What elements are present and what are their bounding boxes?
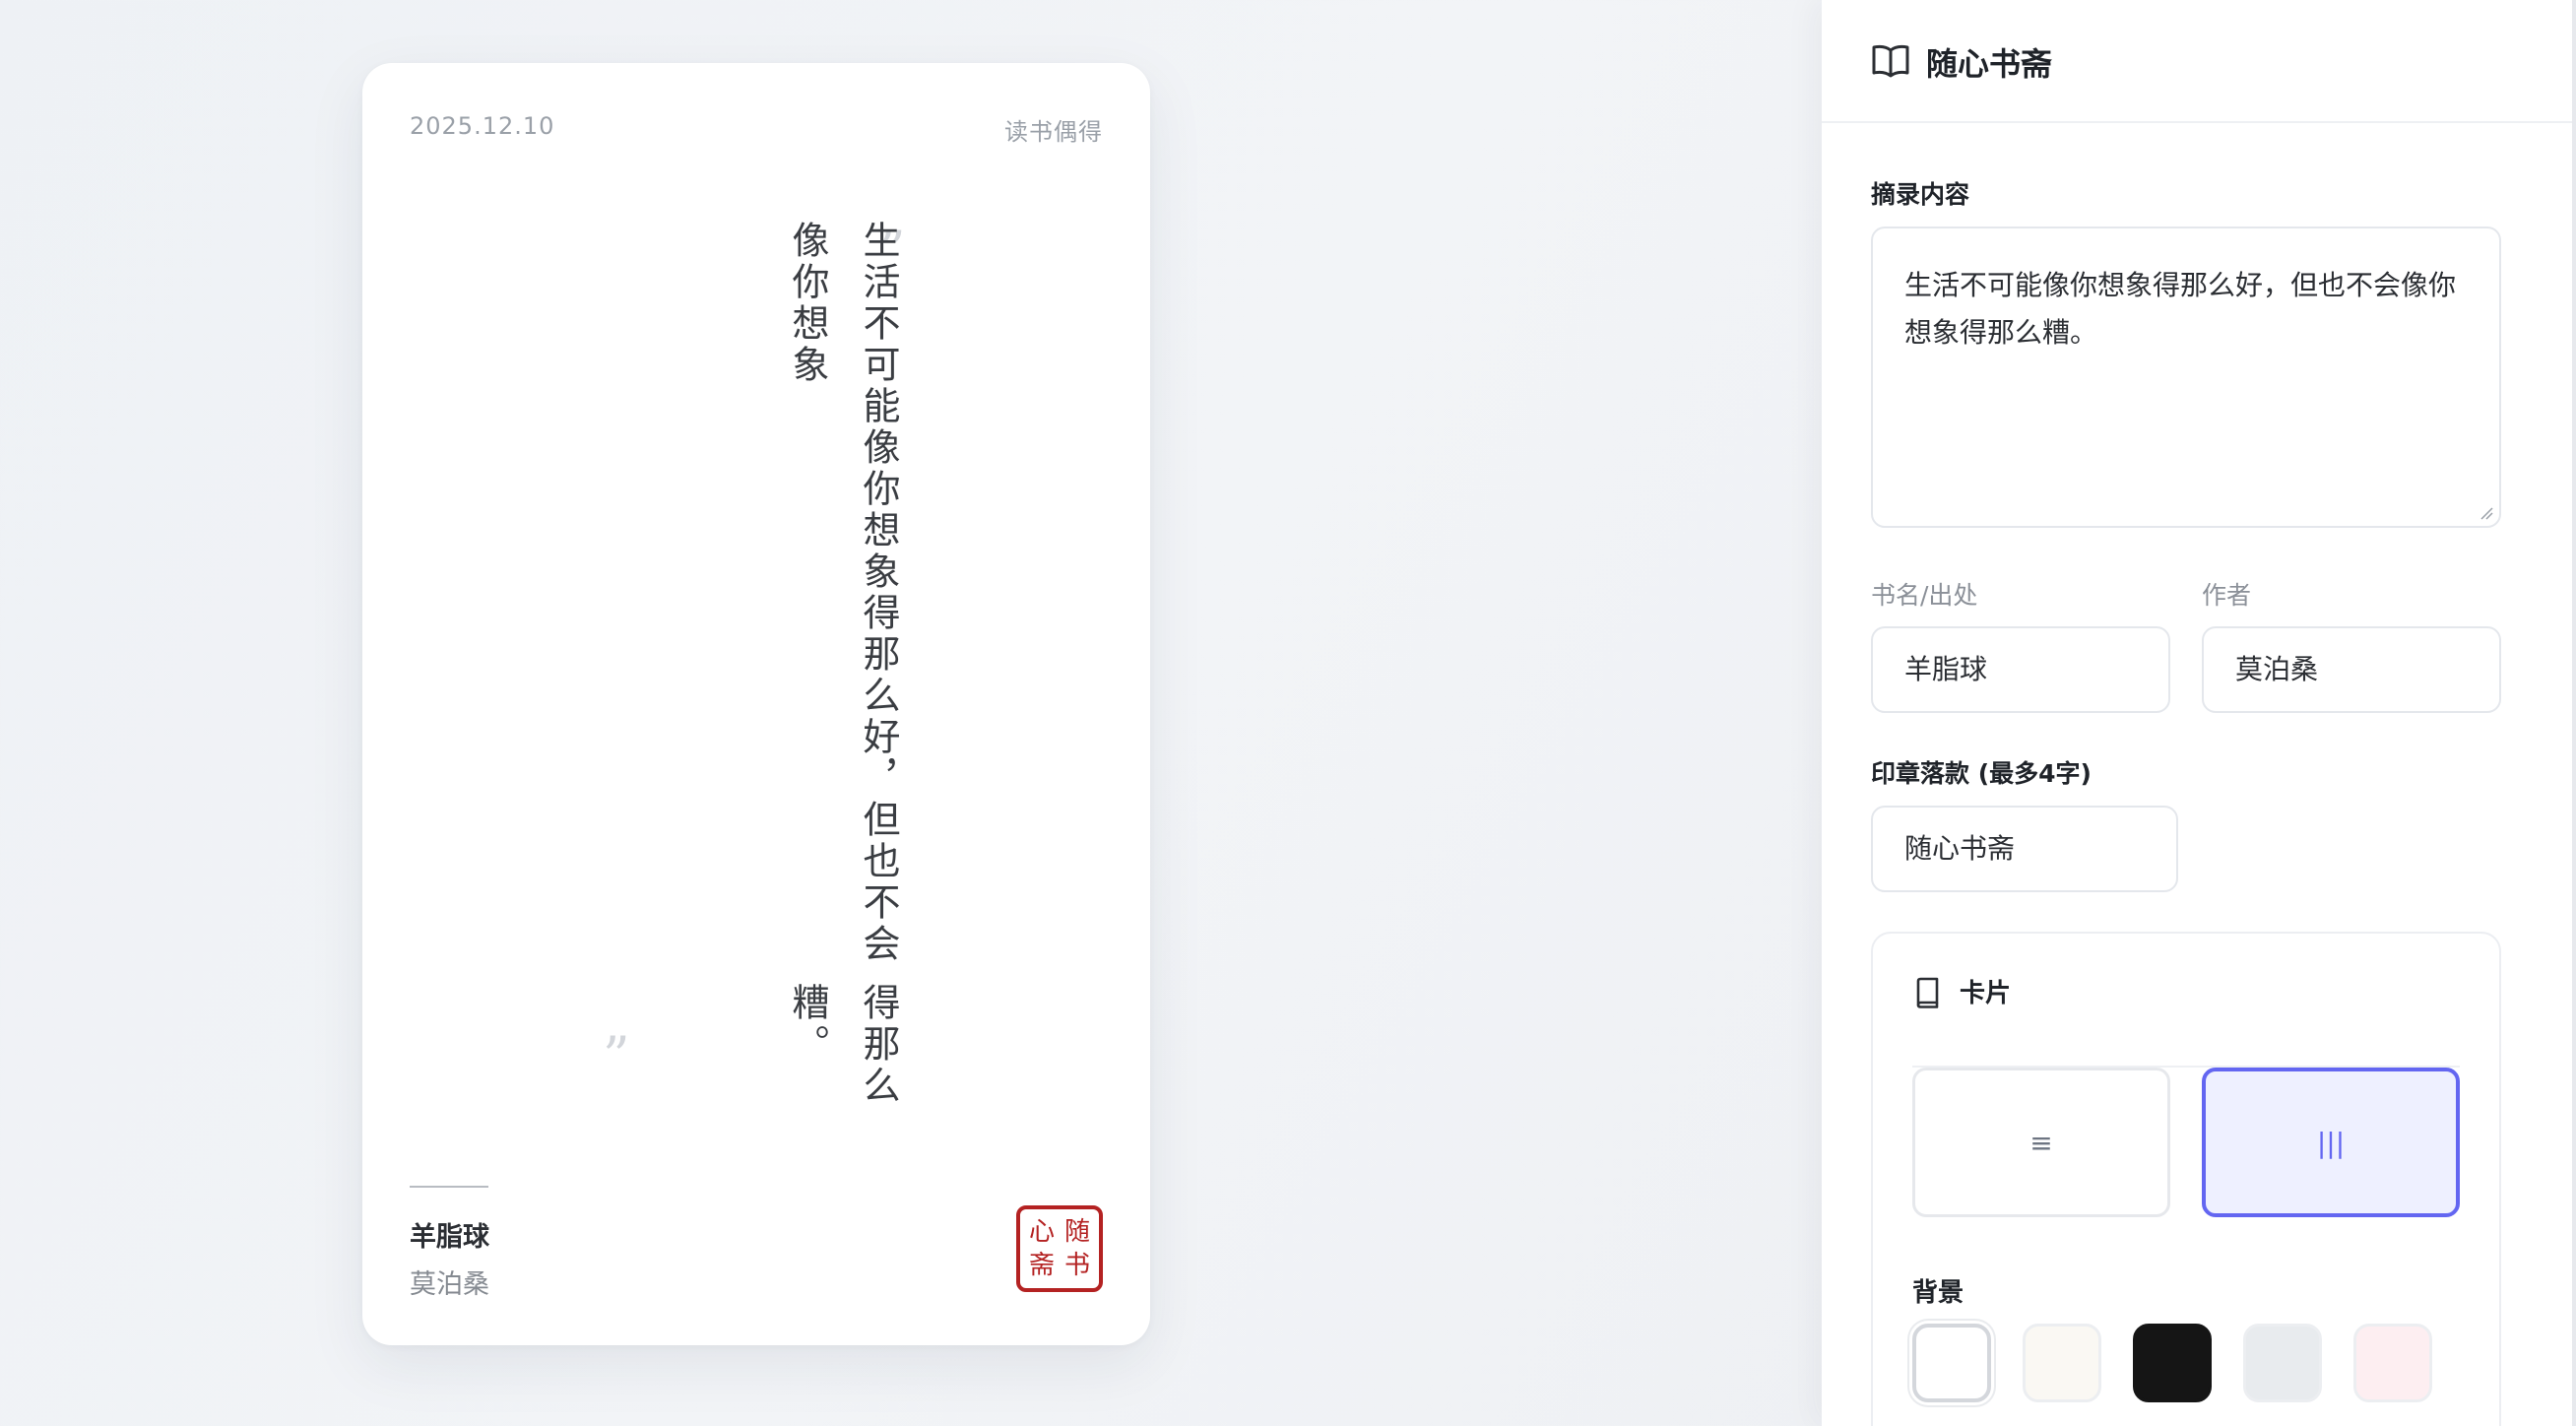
card-book-title: 羊脂球 — [410, 1222, 489, 1253]
card-quote-text: 生活不可能像你想象得那么好，但也不会像你想象 得那么糟。 — [658, 221, 914, 1156]
quote-card: 2025.12.10 读书偶得 ” 生活不可能像你想象得那么好，但也不会像你想象… — [362, 63, 1150, 1345]
card-style-section: 卡片 ≡ ||| 背景 — [1871, 932, 2501, 1426]
seal-char: 书 — [1064, 1251, 1091, 1280]
seal-char: 心 — [1029, 1217, 1056, 1247]
book-input[interactable]: 羊脂球 — [1871, 626, 2170, 713]
resize-grip-icon[interactable] — [2479, 506, 2493, 520]
author-label: 作者 — [2202, 581, 2252, 610]
app-title: 随心书斋 — [1926, 45, 2053, 83]
card-tag: 读书偶得 — [1004, 118, 1103, 146]
card-date: 2025.12.10 — [410, 112, 555, 140]
close-quote-mark: ” — [603, 1025, 630, 1087]
excerpt-text: 生活不可能像你想象得那么好，但也不会像你想象得那么糟。 — [1904, 269, 2457, 349]
editor-panel: 随心书斋 摘录内容 生活不可能像你想象得那么好，但也不会像你想象得那么糟。 书名… — [1822, 0, 2576, 1426]
background-swatch-white[interactable] — [1912, 1324, 1991, 1402]
background-swatch-gray[interactable] — [2243, 1324, 2322, 1402]
vertical-lines-icon: ||| — [2316, 1126, 2346, 1159]
card-author: 莫泊桑 — [410, 1269, 489, 1300]
seal-label: 印章落款 (最多4字) — [1871, 759, 2092, 788]
card-divider — [410, 1186, 488, 1188]
background-swatch-cream[interactable] — [2023, 1324, 2101, 1402]
seal-char: 随 — [1064, 1217, 1091, 1247]
author-input[interactable]: 莫泊桑 — [2202, 626, 2501, 713]
open-book-icon — [1872, 44, 1909, 78]
card-section-header: 卡片 — [1912, 973, 2460, 1068]
book-icon — [1916, 977, 1939, 1008]
background-label: 背景 — [1912, 1278, 1964, 1308]
panel-scroll-edge — [2572, 0, 2576, 1426]
horizontal-lines-icon: ≡ — [2029, 1126, 2053, 1159]
background-swatch-pink[interactable] — [2353, 1324, 2432, 1402]
preview-stage: 2025.12.10 读书偶得 ” 生活不可能像你想象得那么好，但也不会像你想象… — [0, 0, 1822, 1426]
excerpt-label: 摘录内容 — [1871, 180, 1970, 209]
seal-input[interactable]: 随心书斋 — [1871, 806, 2178, 892]
quote-line: 生活不可能像你想象得那么好，但也不会像你想象 — [786, 221, 900, 965]
horizontal-layout-button[interactable]: ≡ — [1912, 1068, 2170, 1217]
background-swatch-black[interactable] — [2133, 1324, 2212, 1402]
excerpt-textarea[interactable]: 生活不可能像你想象得那么好，但也不会像你想象得那么糟。 — [1871, 227, 2501, 528]
quote-line: 得那么糟。 — [786, 983, 900, 1108]
book-label: 书名/出处 — [1871, 581, 1978, 610]
vertical-layout-button[interactable]: ||| — [2202, 1068, 2460, 1217]
panel-header: 随心书斋 — [1822, 0, 2572, 123]
seal-char: 斋 — [1029, 1251, 1056, 1280]
seal-stamp: 随 心 书 斋 — [1016, 1205, 1103, 1292]
card-section-title: 卡片 — [1960, 979, 2012, 1008]
